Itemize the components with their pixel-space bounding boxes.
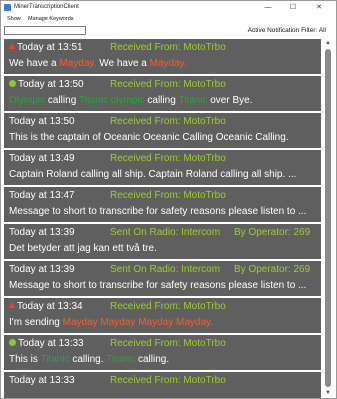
message-text: Captain Roland calling all ship. Captain… [9,169,297,180]
item-message: Olympic calling Titanic olympic calling … [9,95,319,106]
message-text: calling [144,95,179,106]
item-timestamp: Today at 13:50 [18,79,84,90]
item-source: Received From: MotoTrbo [110,190,226,201]
green-dot-icon [9,339,16,346]
notification-item[interactable]: Today at 13:39 Sent On Radio: Intercom By … [4,261,321,296]
message-text: This is [9,354,41,365]
menu-show[interactable]: Show [7,16,21,22]
item-message: We have a Mayday. We have a Mayday. [9,58,319,69]
item-header: Today at 13:50 [9,79,84,90]
item-timestamp: Today at 13:50 [9,116,75,127]
notification-item[interactable]: Today at 13:33 Received From: MotoTrbo Thi… [4,335,321,370]
notification-item[interactable]: Today at 13:50 Received From: MotoTrbo Thi… [4,113,321,148]
notification-item[interactable]: Today at 13:51 Received From: MotoTrbo We … [4,39,321,74]
item-header: Today at 13:51 [9,42,83,53]
item-header: Today at 13:39 [9,227,75,238]
item-source: Sent On Radio: Intercom [110,227,221,238]
item-operator: By Operator: 269 [234,227,311,238]
item-message: This is Titanic calling. Titanic calling… [9,354,319,365]
item-header: Today at 13:39 [9,264,75,275]
message-text: calling [45,95,79,106]
notification-item[interactable]: Today at 13:47 Received From: MotoTrbo Mes… [4,187,321,222]
item-source: Received From: MotoTrbo [110,301,226,312]
message-text: over Bye. [207,95,253,106]
matched-keyword: Titanic olympic [78,95,145,106]
item-timestamp: Today at 13:33 [18,338,84,349]
message-text: Det betyder att jag kan ett två tre. [9,243,157,254]
alert-keyword: Mayday. [59,58,97,69]
item-source: Sent On Radio: Intercom [110,264,221,275]
message-text: calling. [69,354,107,365]
notification-item[interactable]: Today at 13:33 Received From: MotoTrbo [4,372,321,398]
item-header: Today at 13:47 [9,190,75,201]
warning-triangle-icon [9,43,15,49]
message-text: calling. [135,354,170,365]
maximize-button[interactable]: ☐ [284,2,302,14]
message-text: We have a [9,58,60,69]
filter-toolbar: Active Notification Filter: All [1,24,336,39]
app-window: MinerTranscriptionClient — ☐ ✕ Show Mana… [0,0,337,399]
message-text: This is the captain of Oceanic Oceanic C… [9,132,289,143]
item-source: Received From: MotoTrbo [110,153,226,164]
active-filter-label: Active Notification Filter: All [247,27,326,34]
scroll-up-arrow-icon[interactable]: ▲ [323,39,333,48]
message-text: I'm sending [9,317,63,328]
item-message: Message to short to transcribe for safet… [9,206,319,217]
alert-keyword: Mayday Mayday Mayday Mayday. [62,317,214,328]
matched-keyword: Titanic [40,354,70,365]
notification-item[interactable]: Today at 13:50 Received From: MotoTrbo Oly… [4,76,321,111]
item-operator: By Operator: 269 [234,264,311,275]
filter-input[interactable] [4,26,86,35]
matched-keyword: Titanic [178,95,208,106]
matched-keyword: Olympic [9,95,46,106]
item-header: Today at 13:34 [9,301,83,312]
item-header: Today at 13:33 [9,338,84,349]
item-timestamp: Today at 13:51 [17,42,83,53]
item-message: I'm sending Mayday Mayday Mayday Mayday. [9,317,319,328]
item-header: Today at 13:49 [9,153,75,164]
message-text: Message to short to transcribe for safet… [9,206,307,217]
item-message: Det betyder att jag kan ett två tre. [9,243,319,254]
notification-list[interactable]: Today at 13:51 Received From: MotoTrbo We … [4,39,321,398]
item-timestamp: Today at 13:34 [17,301,83,312]
minimize-button[interactable]: — [259,2,277,14]
app-icon [4,4,11,11]
notification-item[interactable]: Today at 13:39 Sent On Radio: Intercom By … [4,224,321,259]
item-timestamp: Today at 13:39 [9,227,75,238]
item-source: Received From: MotoTrbo [110,42,226,53]
notification-item[interactable]: Today at 13:49 Received From: MotoTrbo Cap… [4,150,321,185]
item-source: Received From: MotoTrbo [110,375,226,386]
message-text: We have a [96,58,150,69]
vertical-scrollbar[interactable]: ▲ ▼ [323,39,333,398]
scroll-thumb[interactable] [325,49,331,387]
scroll-down-arrow-icon[interactable]: ▼ [323,389,333,398]
menu-manage-keywords[interactable]: Manage Keywords [28,16,74,22]
matched-keyword: Titanic [106,354,136,365]
close-button[interactable]: ✕ [310,2,328,14]
notification-item[interactable]: Today at 13:34 Received From: MotoTrbo I'm… [4,298,321,333]
window-title: MinerTranscriptionClient [14,4,79,10]
menu-bar: Show Manage Keywords [1,15,336,24]
warning-triangle-icon [9,302,15,308]
item-source: Received From: MotoTrbo [110,338,226,349]
item-timestamp: Today at 13:47 [9,190,75,201]
item-header: Today at 13:50 [9,116,75,127]
item-message: This is the captain of Oceanic Oceanic C… [9,132,319,143]
title-bar: MinerTranscriptionClient — ☐ ✕ [1,1,336,15]
item-timestamp: Today at 13:39 [9,264,75,275]
item-message: Message to short to transcribe for safet… [9,280,319,291]
item-source: Received From: MotoTrbo [110,79,226,90]
alert-keyword: Mayday. [149,58,187,69]
message-text: Message to short to transcribe for safet… [9,280,307,291]
item-timestamp: Today at 13:49 [9,153,75,164]
item-timestamp: Today at 13:33 [9,375,75,386]
item-message: Captain Roland calling all ship. Captain… [9,169,319,180]
item-source: Received From: MotoTrbo [110,116,226,127]
item-header: Today at 13:33 [9,375,75,386]
green-dot-icon [9,80,16,87]
